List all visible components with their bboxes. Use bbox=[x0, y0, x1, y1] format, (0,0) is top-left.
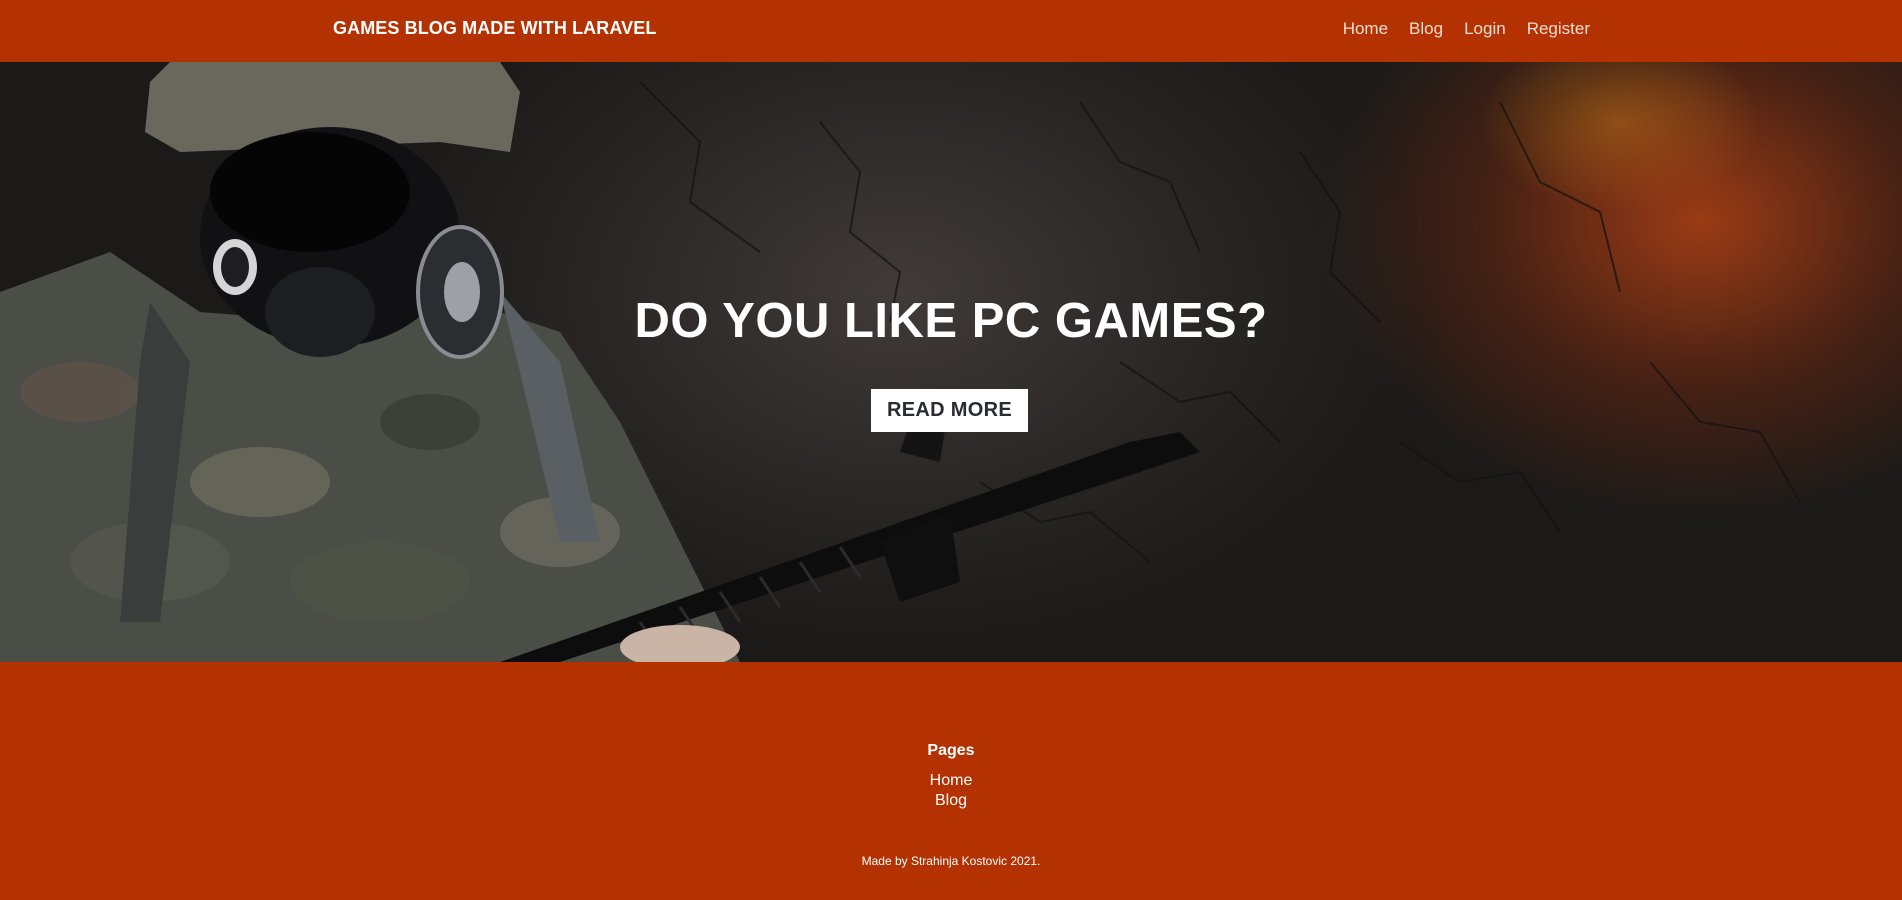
nav-home-link[interactable]: Home bbox=[1343, 19, 1388, 39]
footer-links: Home Blog bbox=[0, 772, 1902, 810]
nav-register-link[interactable]: Register bbox=[1527, 19, 1590, 39]
brand-link[interactable]: GAMES BLOG MADE WITH LARAVEL bbox=[333, 18, 656, 39]
footer-home-link[interactable]: Home bbox=[930, 772, 973, 790]
footer-credit: Made by Strahinja Kostovic 2021. bbox=[861, 854, 1041, 868]
nav-blog-link[interactable]: Blog bbox=[1409, 19, 1443, 39]
read-more-button[interactable]: READ MORE bbox=[871, 389, 1028, 432]
site-footer: Pages Home Blog Made by Strahinja Kostov… bbox=[0, 662, 1902, 900]
footer-blog-link[interactable]: Blog bbox=[935, 792, 967, 810]
nav-login-link[interactable]: Login bbox=[1464, 19, 1506, 39]
site-header: GAMES BLOG MADE WITH LARAVEL Home Blog L… bbox=[0, 0, 1902, 62]
hero-banner: DO YOU LIKE PC GAMES? READ MORE bbox=[0, 62, 1902, 662]
hero-soldier-image bbox=[0, 62, 1801, 662]
main-nav: Home Blog Login Register bbox=[1343, 19, 1590, 39]
footer-pages-heading: Pages bbox=[927, 742, 975, 759]
hero-title: DO YOU LIKE PC GAMES? bbox=[634, 294, 1268, 348]
